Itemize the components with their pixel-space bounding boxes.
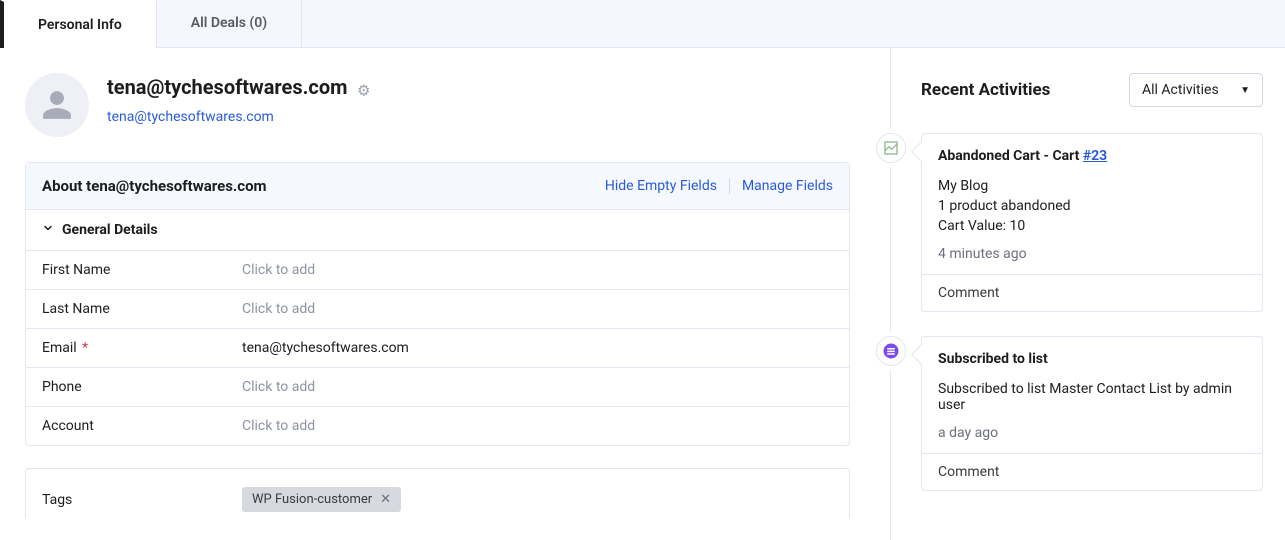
about-panel: About tena@tychesoftwares.com Hide Empty… bbox=[25, 162, 850, 446]
about-panel-title: About tena@tychesoftwares.com bbox=[42, 177, 267, 195]
contact-name: tena@tychesoftwares.com bbox=[107, 75, 347, 99]
activities-filter-label: All Activities bbox=[1142, 82, 1219, 98]
gear-icon[interactable]: ⚙ bbox=[357, 81, 370, 99]
tag-chip-label: WP Fusion-customer bbox=[252, 492, 372, 507]
activity-line: My Blog bbox=[938, 178, 1246, 194]
divider bbox=[729, 178, 730, 194]
tab-personal-info[interactable]: Personal Info bbox=[0, 0, 157, 48]
caret-down-icon: ▼ bbox=[1240, 85, 1250, 96]
hide-empty-fields-link[interactable]: Hide Empty Fields bbox=[605, 178, 717, 194]
person-icon bbox=[40, 88, 74, 122]
activity-title: Subscribed to list bbox=[938, 351, 1246, 367]
general-details-toggle[interactable]: General Details bbox=[26, 210, 849, 251]
tag-chip[interactable]: WP Fusion-customer ✕ bbox=[242, 487, 401, 512]
activity-line: Cart Value: 10 bbox=[938, 218, 1246, 234]
last-name-label: Last Name bbox=[42, 301, 242, 317]
activities-filter-dropdown[interactable]: All Activities ▼ bbox=[1129, 73, 1263, 107]
section-title: General Details bbox=[62, 222, 158, 238]
chevron-down-icon bbox=[42, 222, 54, 238]
last-name-field[interactable]: Click to add bbox=[242, 301, 315, 317]
activity-title: Abandoned Cart - Cart #23 bbox=[938, 148, 1246, 164]
activity-comment-button[interactable]: Comment bbox=[922, 453, 1262, 490]
recent-activities-title: Recent Activities bbox=[921, 80, 1050, 100]
manage-fields-link[interactable]: Manage Fields bbox=[742, 178, 833, 194]
tags-panel: Tags WP Fusion-customer ✕ bbox=[25, 468, 850, 518]
first-name-field[interactable]: Click to add bbox=[242, 262, 315, 278]
phone-field[interactable]: Click to add bbox=[242, 379, 315, 395]
tags-label: Tags bbox=[42, 492, 242, 508]
contact-email-link[interactable]: tena@tychesoftwares.com bbox=[107, 109, 370, 125]
tab-bar: Personal Info All Deals (0) bbox=[0, 0, 1285, 48]
account-field[interactable]: Click to add bbox=[242, 418, 315, 434]
email-label: Email * bbox=[42, 340, 242, 356]
activity-card: Subscribed to list Subscribed to list Ma… bbox=[921, 336, 1263, 491]
first-name-label: First Name bbox=[42, 262, 242, 278]
avatar bbox=[25, 73, 89, 137]
tag-remove-icon[interactable]: ✕ bbox=[380, 492, 391, 507]
phone-label: Phone bbox=[42, 379, 242, 395]
activity-card: Abandoned Cart - Cart #23 My Blog 1 prod… bbox=[921, 133, 1263, 312]
activity-icon-cart bbox=[876, 133, 906, 163]
account-label: Account bbox=[42, 418, 242, 434]
activity-icon-list bbox=[876, 336, 906, 366]
activity-line: 1 product abandoned bbox=[938, 198, 1246, 214]
activity-description: Subscribed to list Master Contact List b… bbox=[938, 381, 1246, 413]
activity-cart-link[interactable]: #23 bbox=[1083, 148, 1107, 164]
activity-timestamp: a day ago bbox=[938, 425, 1246, 441]
activity-timestamp: 4 minutes ago bbox=[938, 246, 1246, 262]
tab-all-deals[interactable]: All Deals (0) bbox=[157, 0, 302, 47]
email-field[interactable]: tena@tychesoftwares.com bbox=[242, 340, 409, 356]
activity-comment-button[interactable]: Comment bbox=[922, 274, 1262, 311]
